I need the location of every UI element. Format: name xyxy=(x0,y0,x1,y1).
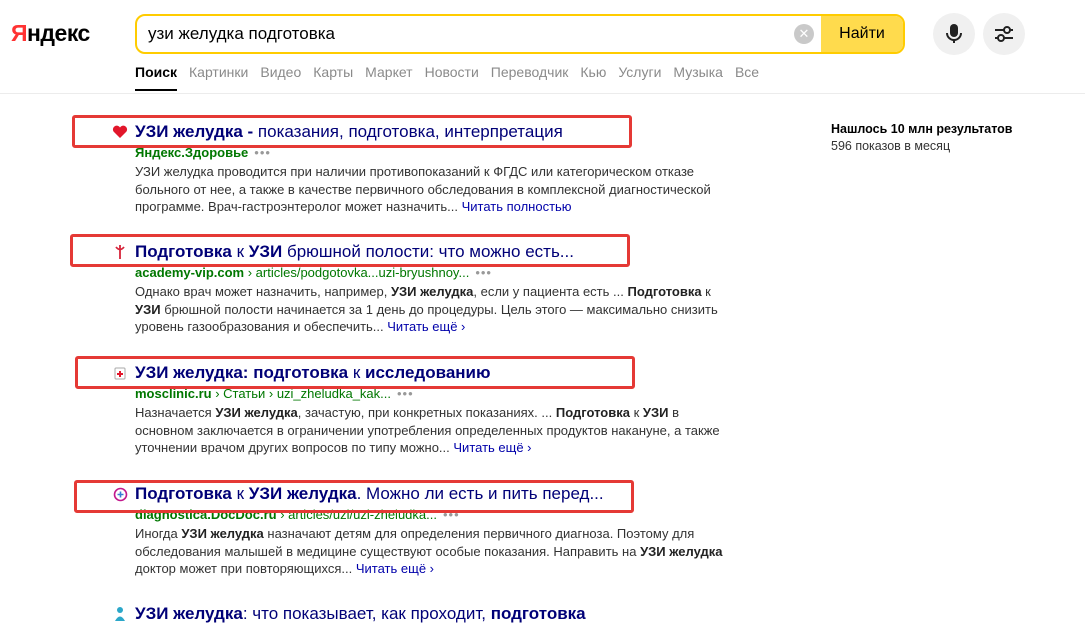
result-title-text: УЗИ желудка - показания, подготовка, инт… xyxy=(135,122,563,141)
result-domain[interactable]: academy-vip.com xyxy=(135,265,244,280)
search-box: ✕ Найти xyxy=(135,14,905,54)
tab-services[interactable]: Услуги xyxy=(618,64,661,94)
results-count: Нашлось 10 млн результатов xyxy=(831,122,1013,136)
read-more-link[interactable]: Читать полностью xyxy=(462,199,572,214)
result-domain[interactable]: diagnostica.DocDoc.ru xyxy=(135,507,277,522)
tab-maps[interactable]: Карты xyxy=(313,64,353,94)
tab-all[interactable]: Все xyxy=(735,64,759,94)
search-result: УЗИ желудка - показания, подготовка, инт… xyxy=(111,121,751,216)
more-options-icon[interactable]: ••• xyxy=(397,386,414,401)
result-title-text: УЗИ желудка: что показывает, как проходи… xyxy=(135,604,586,623)
tab-market[interactable]: Маркет xyxy=(365,64,412,94)
tab-q[interactable]: Кью xyxy=(580,64,606,94)
result-title-text: УЗИ желудка: подготовка к исследованию xyxy=(135,363,491,382)
result-path[interactable]: › articles/uzi/uzi-zheludka... xyxy=(277,507,437,522)
plus-circle-icon xyxy=(111,487,129,502)
result-title-text: Подготовка к УЗИ брюшной полости: что мо… xyxy=(135,242,574,261)
search-result: Подготовка к УЗИ желудка. Можно ли есть … xyxy=(111,483,751,578)
search-settings-button[interactable] xyxy=(983,13,1025,55)
result-path[interactable]: › Статьи › uzi_zheludka_kak... xyxy=(212,386,391,401)
tab-search[interactable]: Поиск xyxy=(135,64,178,94)
monthly-shows: 596 показов в месяц xyxy=(831,139,951,153)
search-result: УЗИ желудка: что показывает, как проходи… xyxy=(111,603,751,625)
read-more-link[interactable]: Читать ещё › xyxy=(453,440,531,455)
tab-music[interactable]: Музыка xyxy=(673,64,723,94)
clinic-icon xyxy=(111,366,129,380)
tab-video[interactable]: Видео xyxy=(260,64,301,94)
academy-icon xyxy=(111,244,129,260)
result-title-link[interactable]: Подготовка к УЗИ желудка. Можно ли есть … xyxy=(111,483,751,505)
more-options-icon[interactable]: ••• xyxy=(443,507,460,522)
tab-news[interactable]: Новости xyxy=(425,64,479,94)
result-url: academy-vip.com › articles/podgotovka...… xyxy=(135,263,751,283)
result-title-link[interactable]: УЗИ желудка: что показывает, как проходи… xyxy=(111,603,751,625)
sliders-icon xyxy=(995,26,1013,42)
result-domain[interactable]: mosclinic.ru xyxy=(135,386,212,401)
result-title-link[interactable]: УЗИ желудка - показания, подготовка, инт… xyxy=(111,121,751,143)
result-title-link[interactable]: Подготовка к УЗИ брюшной полости: что мо… xyxy=(111,241,751,263)
search-result: Подготовка к УЗИ брюшной полости: что мо… xyxy=(111,241,751,336)
result-url: Яндекс.Здоровье ••• xyxy=(135,143,751,163)
result-url: diagnostica.DocDoc.ru › articles/uzi/uzi… xyxy=(135,505,751,525)
result-title-text: Подготовка к УЗИ желудка. Можно ли есть … xyxy=(135,484,604,503)
tab-images[interactable]: Картинки xyxy=(189,64,248,94)
search-result: УЗИ желудка: подготовка к исследованию m… xyxy=(111,362,751,457)
find-button[interactable]: Найти xyxy=(821,16,903,52)
person-icon xyxy=(111,606,129,622)
yandex-logo[interactable]: Яндекс xyxy=(11,20,90,47)
result-snippet: Иногда УЗИ желудка назначают детям для о… xyxy=(135,526,723,576)
tab-translator[interactable]: Переводчик xyxy=(491,64,569,94)
more-options-icon[interactable]: ••• xyxy=(254,145,271,160)
microphone-icon xyxy=(946,24,962,43)
result-title-link[interactable]: УЗИ желудка: подготовка к исследованию xyxy=(111,362,751,384)
result-url: mosclinic.ru › Статьи › uzi_zheludka_kak… xyxy=(135,384,751,404)
result-path[interactable]: › articles/podgotovka...uzi-bryushnoy... xyxy=(244,265,470,280)
clear-icon[interactable]: ✕ xyxy=(794,24,814,44)
result-snippet: Однако врач может назначить, например, У… xyxy=(135,284,718,334)
read-more-link[interactable]: Читать ещё › xyxy=(387,319,465,334)
read-more-link[interactable]: Читать ещё › xyxy=(356,561,434,576)
voice-search-button[interactable] xyxy=(933,13,975,55)
search-input[interactable] xyxy=(137,16,797,52)
result-snippet: УЗИ желудка проводится при наличии проти… xyxy=(135,164,711,214)
results-summary: Нашлось 10 млн результатов 596 показов в… xyxy=(831,121,1013,155)
heart-icon xyxy=(111,125,129,139)
result-domain[interactable]: Яндекс.Здоровье xyxy=(135,145,248,160)
header-divider xyxy=(0,93,1085,94)
more-options-icon[interactable]: ••• xyxy=(475,265,492,280)
search-tabs: Поиск Картинки Видео Карты Маркет Новост… xyxy=(135,64,771,94)
result-snippet: Назначается УЗИ желудка, зачастую, при к… xyxy=(135,405,720,455)
